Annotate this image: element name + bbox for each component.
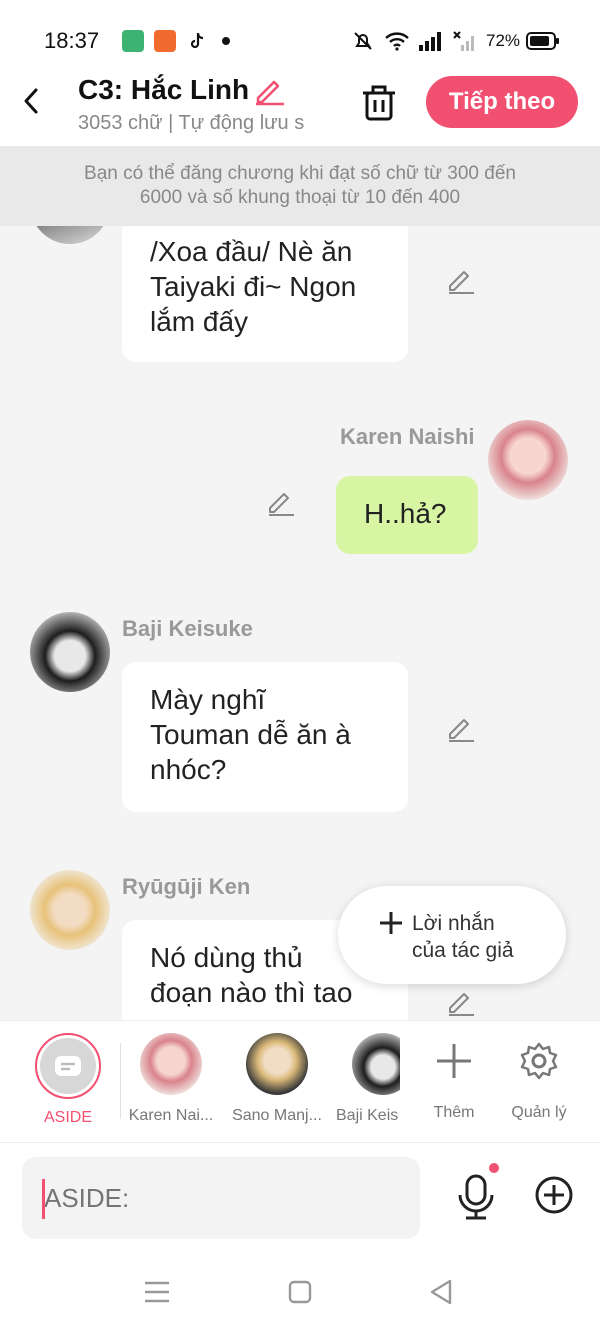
message-line: Touman dễ ăn à: [150, 719, 351, 750]
divider: [120, 1043, 121, 1119]
avatar[interactable]: [30, 226, 110, 244]
plus-icon: [437, 1044, 471, 1078]
character-baji[interactable]: Baji Keis: [336, 1033, 400, 1125]
trash-icon[interactable]: [360, 82, 398, 122]
message-line: /Xoa đầu/ Nè ăn: [150, 236, 353, 267]
input-bar: [0, 1142, 600, 1252]
publish-requirement-notice: Bạn có thể đăng chương khi đạt số chữ từ…: [0, 146, 600, 226]
menu-icon[interactable]: [144, 1280, 170, 1304]
tiktok-notification-icon: [190, 32, 204, 49]
wifi-icon: [385, 32, 409, 51]
add-character-button[interactable]: Thêm: [422, 1033, 486, 1122]
battery-percent: 72%: [486, 31, 521, 50]
edit-title-icon[interactable]: [252, 74, 286, 106]
gear-icon: [520, 1042, 558, 1080]
message-line: lắm đấy: [150, 306, 249, 337]
character-label: ASIDE: [43, 1109, 92, 1126]
back-arrow-icon[interactable]: [18, 86, 46, 116]
avatar[interactable]: [30, 612, 110, 692]
message-bubble[interactable]: H..hả?: [336, 476, 478, 554]
notification-dot-icon: [222, 37, 230, 45]
author-note-label: Lời nhắn của tác giả: [412, 912, 514, 962]
home-square-icon[interactable]: [288, 1280, 312, 1304]
message-line: nhóc?: [150, 754, 227, 785]
signal-icon: [419, 32, 441, 51]
aside-icon: [55, 1056, 81, 1076]
author-note-button[interactable]: Lời nhắn của tác giả: [338, 886, 566, 984]
back-triangle-icon[interactable]: [428, 1278, 454, 1306]
character-karen[interactable]: Karen Nai...: [126, 1033, 216, 1125]
character-sano[interactable]: Sano Manj...: [230, 1033, 324, 1125]
signal-2-icon: [453, 31, 474, 51]
message-line: H..hả?: [364, 498, 447, 529]
manage-characters-button[interactable]: Quản lý: [506, 1033, 572, 1122]
mute-bell-icon: [354, 32, 372, 50]
message-input[interactable]: [22, 1157, 420, 1239]
character-label: Quản lý: [511, 1104, 567, 1121]
message-line: đoạn nào thì tao: [150, 977, 353, 1008]
microphone-icon[interactable]: [454, 1173, 498, 1221]
avatar: [352, 1033, 400, 1095]
character-label: Thêm: [433, 1104, 475, 1121]
system-nav-bar: [0, 1252, 600, 1333]
text-caret: [42, 1179, 45, 1219]
mic-badge-dot: [489, 1163, 499, 1173]
edit-message-icon[interactable]: [446, 714, 476, 742]
avatar[interactable]: [488, 420, 568, 500]
character-label: Sano Manj...: [232, 1107, 322, 1124]
speaker-name: Karen Naishi: [340, 424, 475, 449]
status-time: 18:37: [44, 28, 100, 53]
speaker-name: Baji Keisuke: [122, 616, 253, 641]
status-bar: 18:37 72%: [0, 0, 600, 72]
edit-message-icon[interactable]: [446, 988, 476, 1016]
editor-header: C3: Hắc Linh 3053 chữ | Tự động lưu s Ti…: [0, 72, 600, 146]
message-line: Taiyaki đi~ Ngon: [150, 271, 357, 302]
edit-message-icon[interactable]: [446, 266, 476, 294]
notice-line-2: 6000 và số khung thoại từ 10 đến 400: [139, 187, 461, 208]
speaker-name: Ryūgūji Ken: [122, 874, 251, 899]
message-bubble[interactable]: Mày nghĩ Touman dễ ăn à nhóc?: [122, 662, 408, 812]
message-bubble[interactable]: /Xoa đầu/ Nè ăn Taiyaki đi~ Ngon lắm đấy: [122, 226, 408, 362]
add-attachment-icon[interactable]: [534, 1175, 574, 1215]
character-label: Karen Nai...: [128, 1107, 214, 1124]
plus-icon: [380, 912, 402, 934]
message-line: Mày nghĩ: [150, 684, 266, 715]
character-label: Baji Keis: [336, 1107, 399, 1124]
character-aside[interactable]: ASIDE: [32, 1033, 104, 1127]
avatar[interactable]: [30, 870, 110, 950]
character-selector: ASIDE Karen Nai... Sano Manj... Baji Kei…: [0, 1020, 600, 1142]
next-button[interactable]: Tiếp theo: [426, 76, 578, 128]
notice-line-1: Bạn có thể đăng chương khi đạt số chữ từ…: [84, 163, 516, 184]
word-count-autosave: 3053 chữ | Tự động lưu s: [78, 112, 305, 134]
avatar: [140, 1033, 202, 1095]
shopee-notification-icon: [154, 30, 176, 52]
edit-message-icon[interactable]: [266, 488, 296, 516]
app-notification-icon: [122, 30, 144, 52]
chapter-title: C3: Hắc Linh: [78, 74, 250, 105]
avatar: [246, 1033, 308, 1095]
battery-icon: [526, 32, 559, 50]
